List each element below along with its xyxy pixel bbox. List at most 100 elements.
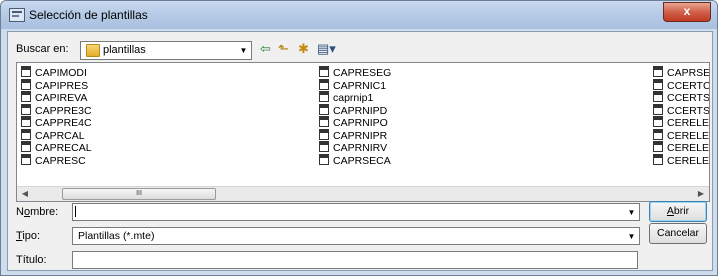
template-file-icon bbox=[653, 116, 663, 127]
file-name: CAPRNIC1 bbox=[333, 79, 387, 92]
lookin-combo[interactable]: plantillas ▼ bbox=[80, 41, 252, 60]
file-item[interactable]: CAPPRE3C bbox=[21, 103, 92, 117]
file-name: CAPRSECA bbox=[333, 154, 391, 167]
template-file-icon bbox=[653, 91, 663, 102]
chevron-down-icon[interactable]: ▼ bbox=[236, 42, 251, 59]
cancel-button[interactable]: Cancelar bbox=[649, 223, 707, 244]
file-item[interactable]: CCERTSEC bbox=[653, 103, 710, 117]
chevron-down-icon[interactable]: ▼ bbox=[624, 228, 639, 244]
file-item[interactable]: CAPRNIPR bbox=[319, 128, 391, 142]
file-name: CCERTCA bbox=[667, 79, 710, 92]
file-name: CAPIMODI bbox=[35, 67, 87, 79]
nombre-label: Nombre: bbox=[16, 206, 59, 218]
open-button[interactable]: Abrir bbox=[649, 201, 707, 222]
file-item[interactable]: CAPRNIC1 bbox=[319, 78, 391, 92]
tipo-label: Tipo: bbox=[16, 230, 41, 242]
file-item[interactable]: CAPIMODI bbox=[21, 66, 92, 79]
window-title: Selección de plantillas bbox=[29, 8, 148, 22]
nombre-input[interactable]: ▼ bbox=[72, 203, 640, 221]
template-file-icon bbox=[319, 153, 329, 165]
file-item[interactable]: CAPIREVA bbox=[21, 91, 92, 104]
back-icon[interactable]: ⇦ bbox=[260, 42, 271, 56]
file-name: CERELEMC bbox=[667, 129, 710, 142]
scroll-right-icon[interactable]: ▶ bbox=[693, 187, 709, 201]
template-file-icon bbox=[653, 141, 663, 152]
file-item[interactable]: CERELEMC bbox=[653, 128, 710, 142]
template-file-icon bbox=[21, 78, 31, 90]
file-item[interactable]: CERELEMC bbox=[653, 116, 710, 129]
new-folder-icon[interactable]: ✱ bbox=[298, 42, 309, 56]
file-name: CAPRNIPO bbox=[333, 117, 388, 129]
titulo-input[interactable] bbox=[72, 251, 638, 269]
lookin-value: plantillas bbox=[103, 44, 146, 56]
dialog-window: Selección de plantillas x Buscar en: pla… bbox=[0, 0, 718, 276]
file-name: CAPRNIPD bbox=[333, 104, 388, 117]
template-file-icon bbox=[21, 141, 31, 152]
file-item[interactable]: CCERTCA bbox=[653, 78, 710, 92]
file-item[interactable]: CAPRECAL bbox=[21, 141, 92, 154]
template-file-icon bbox=[319, 141, 329, 152]
up-folder-icon[interactable]: ⬑ bbox=[278, 42, 289, 56]
titulo-label: Título: bbox=[16, 254, 47, 266]
file-name: CERELEMT bbox=[667, 142, 710, 154]
template-file-icon bbox=[319, 128, 329, 140]
file-name: CERELESB bbox=[667, 154, 710, 167]
file-list[interactable]: CAPIMODI CAPIPRES CAPIREVA CAPPRE3C CAPPRE4C… bbox=[16, 62, 710, 202]
file-name: CAPRNIPR bbox=[333, 129, 388, 142]
tipo-select[interactable]: Plantillas (*.mte) ▼ bbox=[72, 227, 640, 245]
file-item[interactable]: CCERTSEC bbox=[653, 91, 710, 104]
file-name: CAPRCAL bbox=[35, 129, 85, 142]
file-column-2: CAPRESEG CAPRNIC1 caprnip1 CAPRNIPD CAPRNIPO… bbox=[319, 66, 392, 167]
file-name: CCERTSEC bbox=[667, 104, 710, 117]
horizontal-scrollbar[interactable]: ◀ III ▶ bbox=[17, 186, 709, 201]
file-item[interactable]: CAPRSECA bbox=[319, 153, 391, 167]
title-bar[interactable]: Selección de plantillas x bbox=[1, 1, 717, 29]
app-icon bbox=[9, 8, 25, 22]
file-column-3: CAPRSEGCCERTCACCERTSECCCERTSECCERELEMCCE… bbox=[653, 66, 710, 167]
file-name: CAPRESEG bbox=[333, 67, 392, 79]
scrollbar-thumb[interactable]: III bbox=[62, 188, 216, 200]
template-file-icon bbox=[653, 66, 663, 77]
template-file-icon bbox=[21, 66, 31, 77]
file-item[interactable]: caprnip1 bbox=[319, 91, 391, 104]
file-item[interactable]: CAPIPRES bbox=[21, 78, 92, 92]
file-column-1: CAPIMODI CAPIPRES CAPIREVA CAPPRE3C CAPPRE4C… bbox=[21, 66, 92, 167]
file-item[interactable]: CAPRNIPO bbox=[319, 116, 391, 129]
template-file-icon bbox=[21, 103, 31, 115]
template-file-icon bbox=[319, 91, 329, 102]
template-file-icon bbox=[21, 128, 31, 140]
file-item[interactable]: CAPPRE4C bbox=[21, 116, 92, 129]
file-name: CAPIPRES bbox=[35, 79, 89, 92]
file-name: CERELEMC bbox=[667, 117, 710, 129]
file-name: CAPRESC bbox=[35, 154, 86, 167]
view-menu-icon[interactable]: ▤▾ bbox=[317, 42, 336, 56]
file-item[interactable]: CAPRNIPD bbox=[319, 103, 391, 117]
chevron-down-icon[interactable]: ▼ bbox=[624, 204, 639, 220]
file-name: CAPRSEG bbox=[667, 67, 710, 79]
template-file-icon bbox=[653, 103, 663, 115]
file-item[interactable]: CAPRCAL bbox=[21, 128, 92, 142]
text-cursor bbox=[75, 206, 76, 217]
file-item[interactable]: CAPRESC bbox=[21, 153, 92, 167]
template-file-icon bbox=[21, 91, 31, 102]
template-file-icon bbox=[653, 128, 663, 140]
template-file-icon bbox=[319, 103, 329, 115]
file-name: CCERTSEC bbox=[667, 92, 710, 104]
lookin-label: Buscar en: bbox=[16, 43, 69, 55]
close-button[interactable]: x bbox=[663, 2, 711, 22]
file-name: CAPRNIRV bbox=[333, 142, 388, 154]
template-file-icon bbox=[653, 78, 663, 90]
file-item[interactable]: CAPRSEG bbox=[653, 66, 710, 79]
file-item[interactable]: CAPRNIRV bbox=[319, 141, 391, 154]
file-name: CAPPRE4C bbox=[35, 117, 92, 129]
file-name: CAPRECAL bbox=[35, 142, 92, 154]
scroll-left-icon[interactable]: ◀ bbox=[17, 187, 33, 201]
template-file-icon bbox=[21, 153, 31, 165]
file-item[interactable]: CERELEMT bbox=[653, 141, 710, 154]
template-file-icon bbox=[319, 116, 329, 127]
folder-icon bbox=[86, 44, 100, 57]
file-name: caprnip1 bbox=[333, 92, 374, 104]
template-file-icon bbox=[653, 153, 663, 165]
file-item[interactable]: CAPRESEG bbox=[319, 66, 392, 79]
file-item[interactable]: CERELESB bbox=[653, 153, 710, 167]
